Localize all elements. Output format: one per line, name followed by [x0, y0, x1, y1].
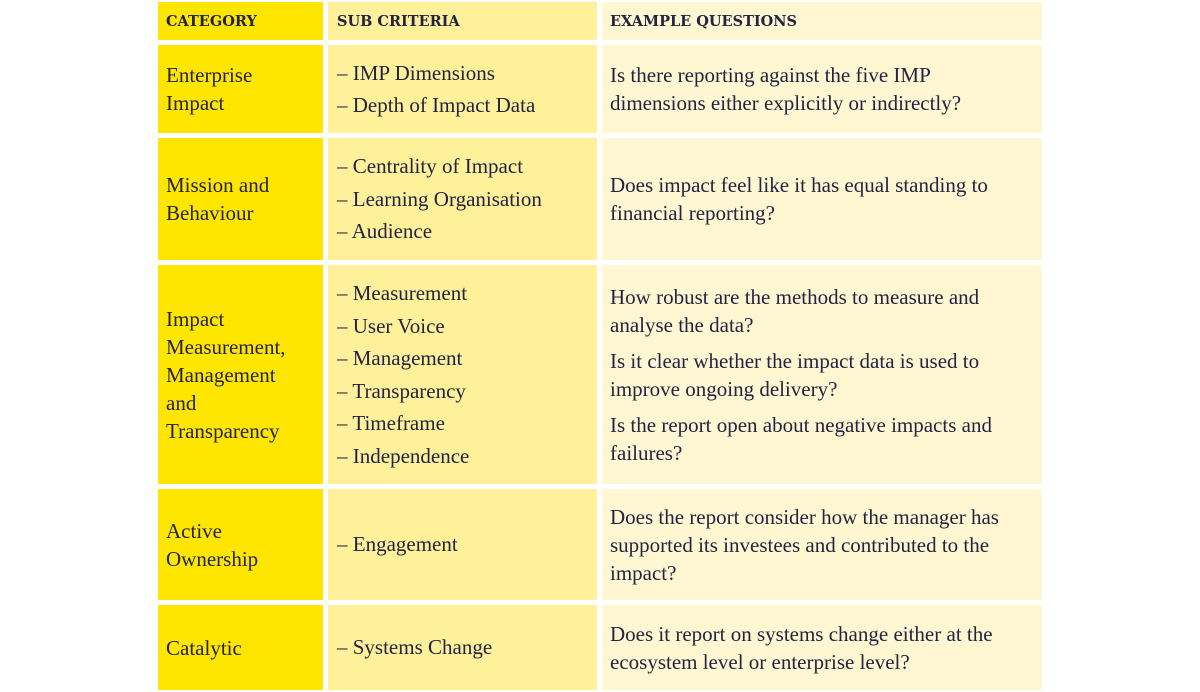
category-cell: Active Ownership — [158, 489, 323, 600]
sub-criteria-item: – IMP Dimensions — [337, 60, 495, 85]
header-sub-criteria: SUB CRITERIA — [328, 2, 597, 40]
questions-cell: Is there reporting against the five IMP … — [602, 45, 1042, 133]
questions-cell: Does impact feel like it has equal stand… — [602, 138, 1042, 260]
category-line: Active — [166, 518, 222, 543]
category-cell: Impact Measurement, Management and Trans… — [158, 265, 323, 484]
question-text: Does the report consider how the manager… — [610, 504, 999, 585]
category-line: Behaviour — [166, 201, 254, 225]
header-sub-criteria-label: SUB CRITERIA — [337, 12, 460, 30]
criteria-table: CATEGORY SUB CRITERIA EXAMPLE QUESTIONS … — [158, 2, 1042, 690]
header-category-label: CATEGORY — [166, 12, 257, 30]
category-line: Transparency — [166, 418, 280, 443]
sub-criteria-cell: – Centrality of Impact – Learning Organi… — [328, 138, 597, 260]
category-line: Impact — [166, 91, 225, 115]
sub-criteria-item: – Management — [337, 346, 463, 370]
questions-cell: Does the report consider how the manager… — [602, 489, 1042, 600]
sub-criteria-item: – Depth of Impact Data — [337, 93, 536, 117]
sub-criteria-item: – Systems Change — [337, 635, 493, 660]
category-cell: Catalytic — [158, 605, 323, 690]
question-text: Is there reporting against the five IMP … — [610, 63, 962, 115]
sub-criteria-item: – Timeframe — [337, 411, 445, 435]
category-cell: Mission and Behaviour — [158, 138, 323, 260]
question-text: How robust are the methods to measure an… — [610, 284, 980, 337]
sub-criteria-cell: – IMP Dimensions – Depth of Impact Data — [328, 45, 597, 133]
question-text: Does it report on systems change either … — [610, 621, 993, 674]
question-text: Does impact feel like it has equal stand… — [610, 173, 988, 225]
category-line: and — [166, 390, 197, 415]
sub-criteria-item: – Learning Organisation — [337, 186, 542, 211]
questions-cell: Does it report on systems change either … — [602, 605, 1042, 690]
category-line: Enterprise — [166, 63, 253, 87]
sub-criteria-cell: – Measurement – User Voice – Management … — [328, 265, 597, 484]
sub-criteria-cell: – Engagement — [328, 489, 597, 600]
sub-criteria-item: – Transparency — [337, 378, 466, 403]
question-text: Is it clear whether the impact data is u… — [610, 348, 980, 401]
questions-cell: How robust are the methods to measure an… — [602, 265, 1042, 484]
header-example-questions: EXAMPLE QUESTIONS — [602, 2, 1042, 40]
sub-criteria-item: – Audience — [337, 219, 433, 244]
category-line: Measurement, — [166, 334, 286, 359]
category-line: Impact — [166, 306, 225, 331]
header-example-questions-label: EXAMPLE QUESTIONS — [610, 12, 798, 30]
sub-criteria-item: – Centrality of Impact — [337, 154, 524, 179]
sub-criteria-item: – Engagement — [337, 532, 458, 557]
category-line: Ownership — [166, 546, 259, 571]
sub-criteria-item: – Independence — [337, 443, 470, 468]
category-cell: Enterprise Impact — [158, 45, 323, 133]
category-line: Catalytic — [166, 635, 242, 660]
category-line: Management — [166, 362, 276, 387]
category-line: Mission and — [166, 173, 270, 197]
header-category: CATEGORY — [158, 2, 323, 40]
sub-criteria-cell: – Systems Change — [328, 605, 597, 690]
sub-criteria-item: – User Voice — [337, 313, 445, 338]
question-text: Is the report open about negative impact… — [610, 412, 992, 465]
sub-criteria-item: – Measurement — [337, 281, 468, 305]
